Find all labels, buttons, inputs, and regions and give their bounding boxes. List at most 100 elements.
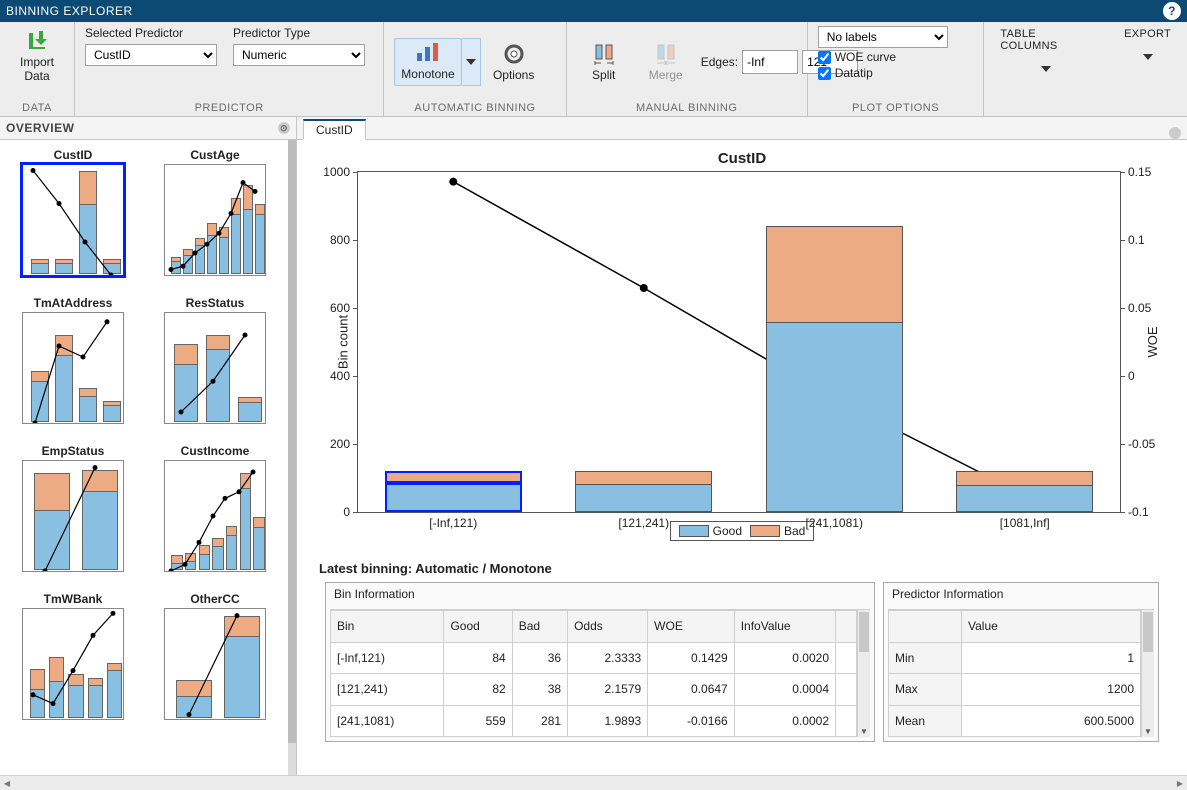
ytick: 600 — [318, 301, 350, 315]
latest-binning-label: Latest binning: Automatic / Monotone — [319, 561, 1165, 576]
overview-thumb-OtherCC[interactable]: OtherCC — [148, 592, 282, 720]
overview-scrollbar[interactable] — [288, 140, 296, 775]
overview-thumb-TmWBank[interactable]: TmWBank — [6, 592, 140, 720]
merge-label: Merge — [649, 68, 683, 82]
table-row[interactable]: Min1 — [889, 642, 1141, 674]
chevron-down-icon — [466, 59, 476, 65]
col-value[interactable]: Value — [962, 611, 1141, 643]
help-icon[interactable]: ? — [1163, 2, 1181, 20]
split-icon — [592, 42, 616, 66]
y2tick: 0.15 — [1128, 165, 1166, 179]
import-data-button[interactable]: Import Data — [10, 26, 64, 86]
toolstrip: Import Data DATA Selected Predictor Cust… — [0, 22, 1187, 117]
overview-thumb-CustAge[interactable]: CustAge — [148, 148, 282, 276]
bar-0[interactable] — [385, 471, 522, 512]
legend: Good Bad — [670, 521, 815, 541]
legend-bad-swatch — [750, 525, 780, 537]
options-label: Options — [493, 68, 534, 82]
main-panel: CustID CustID Bin count WOE 020040060080… — [297, 117, 1187, 775]
col-WOE[interactable]: WOE — [648, 611, 735, 643]
scroll-right-icon[interactable]: ▶ — [1173, 776, 1187, 790]
legend-good-swatch — [679, 525, 709, 537]
monotone-dropdown[interactable] — [462, 38, 481, 86]
table-row[interactable]: [-Inf,121)84362.33330.14290.0020 — [331, 642, 857, 674]
thumb-title: TmAtAddress — [34, 296, 113, 310]
bin-information-panel: Bin Information BinGoodBadOddsWOEInfoVal… — [325, 582, 875, 742]
predictor-group-label: PREDICTOR — [85, 102, 373, 114]
thumb-title: EmpStatus — [42, 444, 105, 458]
datatip-input[interactable] — [818, 67, 831, 80]
bar-3[interactable] — [956, 471, 1093, 512]
y-axis-label: Bin count — [336, 315, 351, 369]
chart-title: CustID — [317, 150, 1167, 167]
overview-title: OVERVIEW — [6, 121, 74, 135]
pred-info-table[interactable]: ValueMin1Max1200Mean600.5000 — [888, 610, 1141, 737]
edges-label: Edges: — [701, 55, 738, 69]
window-title: BINNING EXPLORER — [6, 4, 133, 18]
split-button[interactable]: Split — [577, 39, 631, 85]
labels-dropdown[interactable]: No labels — [818, 26, 948, 48]
overview-collapse-icon[interactable]: ⊙ — [278, 122, 290, 134]
y2tick: -0.05 — [1128, 437, 1166, 451]
y2tick: 0 — [1128, 369, 1166, 383]
bin-info-title: Bin Information — [326, 583, 874, 605]
export-button[interactable]: EXPORT — [1118, 26, 1177, 62]
manual-group-label: MANUAL BINNING — [577, 102, 797, 114]
split-label: Split — [592, 68, 615, 82]
ytick: 800 — [318, 233, 350, 247]
options-button[interactable]: Options — [487, 39, 541, 85]
autobin-group-label: AUTOMATIC BINNING — [394, 102, 555, 114]
chevron-down-icon — [1041, 66, 1051, 72]
col-Bad[interactable]: Bad — [512, 611, 567, 643]
selected-predictor-dropdown[interactable]: CustID — [85, 44, 217, 66]
col-Odds[interactable]: Odds — [568, 611, 648, 643]
bin-chart[interactable]: Bin count WOE 02004006008001000-0.1-0.05… — [357, 171, 1121, 513]
monotone-button[interactable]: Monotone — [394, 38, 461, 86]
thumb-title: CustIncome — [181, 444, 250, 458]
table-row[interactable]: Max1200 — [889, 674, 1141, 706]
table-columns-button[interactable]: TABLE COLUMNS — [994, 26, 1098, 74]
col-Bin[interactable]: Bin — [331, 611, 444, 643]
overview-panel: OVERVIEW ⊙ CustID CustAge TmAtAddress ResSt… — [0, 117, 297, 775]
pred-info-title: Predictor Information — [884, 583, 1158, 605]
scroll-left-icon[interactable]: ◀ — [0, 776, 14, 790]
overview-thumb-CustIncome[interactable]: CustIncome — [148, 444, 282, 572]
overview-thumb-TmAtAddress[interactable]: TmAtAddress — [6, 296, 140, 424]
y2tick: 0.05 — [1128, 301, 1166, 315]
predictor-type-dropdown[interactable]: Numeric — [233, 44, 365, 66]
gear-icon — [502, 42, 526, 66]
col-InfoValue[interactable]: InfoValue — [734, 611, 835, 643]
bin-info-table[interactable]: BinGoodBadOddsWOEInfoValue[-Inf,121)8436… — [330, 610, 857, 737]
y2-axis-label: WOE — [1145, 326, 1160, 357]
table-row[interactable]: [121,241)82382.15790.06470.0004 — [331, 674, 857, 706]
data-group-label: DATA — [10, 102, 64, 114]
bin-info-scrollbar[interactable]: ▼ — [857, 610, 870, 737]
table-row[interactable]: [241,1081)5592811.9893-0.01660.0002 — [331, 705, 857, 737]
thumb-title: CustAge — [190, 148, 239, 162]
bottom-scrollbar[interactable]: ◀ ▶ — [0, 775, 1187, 790]
ytick: 200 — [318, 437, 350, 451]
overview-thumb-EmpStatus[interactable]: EmpStatus — [6, 444, 140, 572]
woe-curve-checkbox[interactable]: WOE curve — [818, 50, 948, 64]
tab-custid[interactable]: CustID — [303, 119, 366, 140]
merge-icon — [654, 42, 678, 66]
table-row[interactable]: Mean600.5000 — [889, 705, 1141, 737]
overview-thumb-ResStatus[interactable]: ResStatus — [148, 296, 282, 424]
overview-thumb-CustID[interactable]: CustID — [6, 148, 140, 276]
thumb-title: CustID — [54, 148, 93, 162]
ytick: 1000 — [318, 165, 350, 179]
bar-1[interactable] — [575, 471, 712, 512]
woe-curve-input[interactable] — [818, 51, 831, 64]
bar-2[interactable] — [766, 226, 903, 512]
pred-info-scrollbar[interactable]: ▼ — [1141, 610, 1154, 737]
thumb-title: TmWBank — [44, 592, 103, 606]
barchart-icon — [415, 43, 441, 63]
edge-low-input[interactable] — [742, 50, 798, 74]
xtick: [1081,Inf] — [1000, 516, 1050, 530]
thumb-title: OtherCC — [190, 592, 239, 606]
xtick: [121,241) — [618, 516, 669, 530]
tab-collapse-icon[interactable] — [1169, 127, 1181, 139]
datatip-checkbox[interactable]: Datatip — [818, 66, 948, 80]
ytick: 400 — [318, 369, 350, 383]
col-Good[interactable]: Good — [444, 611, 512, 643]
